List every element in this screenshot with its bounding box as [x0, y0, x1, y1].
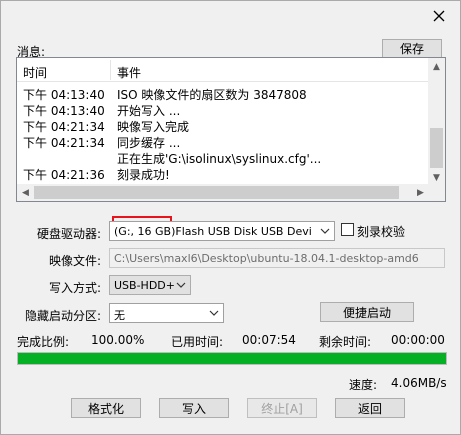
back-button[interactable]: 返回: [335, 398, 405, 418]
log-row: 下午 04:21:34 同步缓存 ...: [17, 133, 429, 150]
stop-button: 终止[A]: [247, 398, 317, 418]
log-header: 时间 事件: [17, 58, 429, 82]
column-event: 事件: [117, 66, 142, 80]
scroll-right-icon[interactable]: ▶: [412, 184, 429, 201]
speed-label: 速度:: [349, 378, 378, 392]
log-row: 下午 04:21:36 刻录成功!: [17, 165, 429, 182]
log-event: 刻录成功!: [117, 168, 170, 182]
elapsed-value: 00:07:54: [242, 333, 296, 347]
column-divider: [110, 60, 111, 80]
hidden-partition-value: 无: [114, 309, 125, 322]
quick-boot-button[interactable]: 便捷启动: [320, 302, 414, 322]
drive-select[interactable]: (G:, 16 GB)Flash USB Disk USB Devi: [109, 221, 335, 241]
progress-bar: [17, 352, 447, 365]
complete-value: 100.00%: [91, 333, 145, 347]
scrollbar-corner: [428, 184, 445, 201]
log-row: 下午 04:21:34 映像写入完成: [17, 117, 429, 134]
horizontal-scrollbar[interactable]: ◀ ▶: [17, 184, 429, 201]
write-mode-select[interactable]: USB-HDD+: [109, 275, 191, 295]
scroll-up-icon[interactable]: ▲: [428, 58, 445, 75]
write-disk-image-dialog: 消息: 保存 时间 事件 下午 04:13:40 ISO 映像文件的扇区数为 3…: [0, 0, 461, 435]
close-button[interactable]: [427, 5, 451, 27]
horizontal-scroll-thumb[interactable]: [34, 186, 399, 199]
log-row: 正在生成'G:\isolinux\syslinux.cfg'...: [17, 149, 429, 166]
chevron-down-icon: [320, 228, 330, 234]
write-button[interactable]: 写入: [159, 398, 229, 418]
log-time: 下午 04:21:36: [23, 168, 105, 182]
hidden-partition-label: 隐藏启动分区:: [25, 309, 102, 323]
column-time: 时间: [23, 66, 48, 80]
speed-value: 4.06MB/s: [391, 376, 447, 390]
scroll-left-icon[interactable]: ◀: [17, 184, 34, 201]
write-mode-value: USB-HDD+: [114, 279, 175, 292]
remaining-label: 剩余时间:: [319, 335, 372, 349]
remaining-value: 00:00:00: [391, 333, 445, 347]
log-row: 下午 04:13:40 ISO 映像文件的扇区数为 3847808: [17, 85, 429, 102]
vertical-scrollbar[interactable]: ▲ ▼: [428, 58, 445, 186]
drive-label: 硬盘驱动器:: [37, 227, 102, 241]
vertical-scroll-thumb[interactable]: [430, 128, 443, 168]
chevron-down-icon: [176, 282, 186, 288]
chevron-down-icon: [209, 310, 219, 316]
format-button[interactable]: 格式化: [71, 398, 141, 418]
hidden-partition-select[interactable]: 无: [109, 303, 224, 323]
progress-bar-fill: [18, 353, 446, 364]
save-button[interactable]: 保存: [382, 39, 442, 58]
image-file-field[interactable]: C:\Users\maxl6\Desktop\ubuntu-18.04.1-de…: [109, 248, 445, 268]
complete-label: 完成比例:: [17, 335, 70, 349]
verify-label: 刻录校验: [357, 225, 406, 239]
close-icon: [433, 10, 445, 22]
verify-checkbox[interactable]: [341, 223, 354, 236]
elapsed-label: 已用时间:: [171, 335, 224, 349]
write-mode-label: 写入方式:: [49, 281, 102, 295]
log-row: 下午 04:13:40 开始写入 ...: [17, 101, 429, 118]
image-file-label: 映像文件:: [49, 254, 102, 268]
drive-select-value: (G:, 16 GB)Flash USB Disk USB Devi: [114, 225, 312, 238]
message-log[interactable]: 时间 事件 下午 04:13:40 ISO 映像文件的扇区数为 3847808 …: [16, 57, 446, 202]
